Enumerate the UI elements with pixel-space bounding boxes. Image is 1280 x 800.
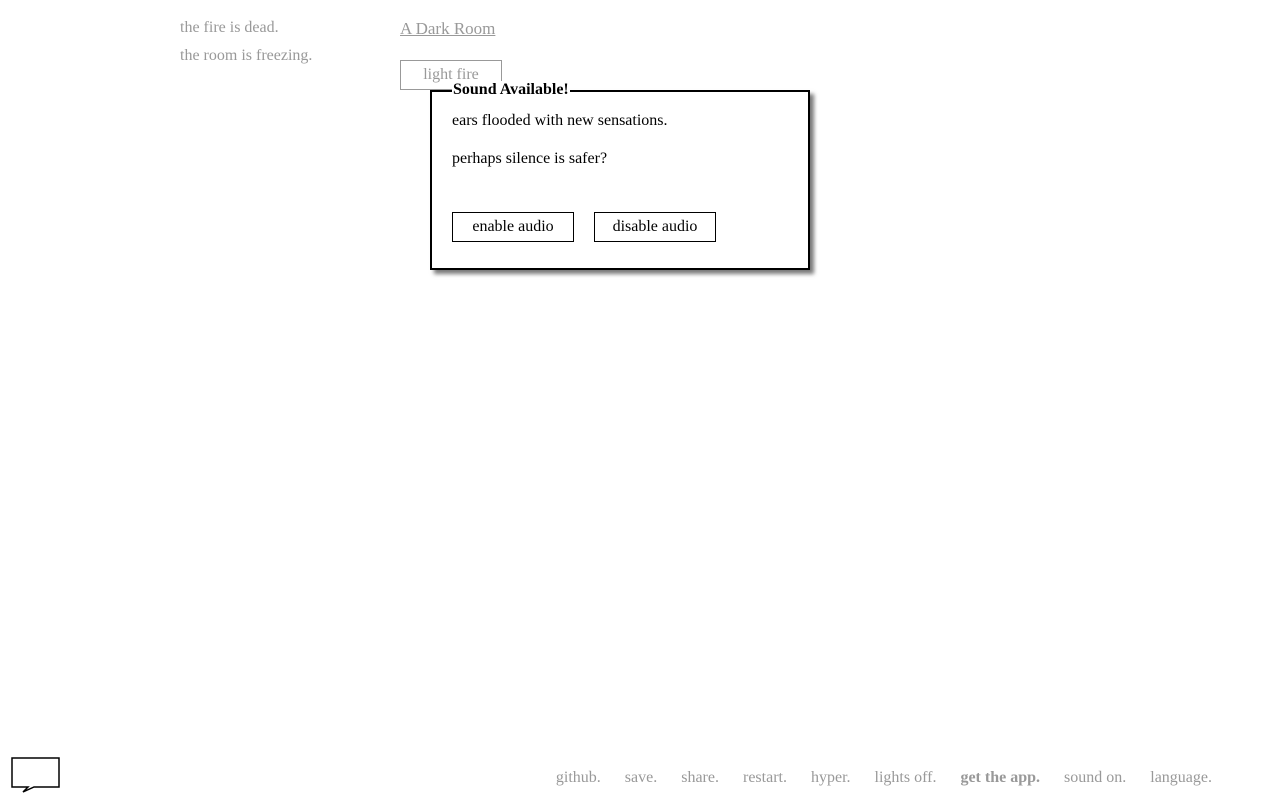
language-link[interactable]: language. xyxy=(1150,769,1212,786)
save-link[interactable]: save. xyxy=(625,769,657,786)
disable-audio-button[interactable]: disable audio xyxy=(594,212,716,242)
sound-available-dialog: Sound Available! ears flooded with new s… xyxy=(430,81,810,270)
sound-toggle-link[interactable]: sound on. xyxy=(1064,769,1126,786)
speech-bubble-icon[interactable] xyxy=(10,756,62,794)
lights-off-link[interactable]: lights off. xyxy=(875,769,937,786)
dialog-title: Sound Available! xyxy=(452,81,570,99)
notification: the room is freezing. xyxy=(180,47,313,64)
game-page: the fire is dead. the room is freezing. … xyxy=(0,0,1280,800)
enable-audio-button[interactable]: enable audio xyxy=(452,212,574,242)
hyper-link[interactable]: hyper. xyxy=(811,769,851,786)
share-link[interactable]: share. xyxy=(681,769,719,786)
restart-link[interactable]: restart. xyxy=(743,769,787,786)
notifications-panel: the fire is dead. the room is freezing. xyxy=(180,19,380,75)
dialog-text: ears flooded with new sensations. xyxy=(452,112,668,129)
notification: the fire is dead. xyxy=(180,19,279,36)
github-link[interactable]: github. xyxy=(556,769,601,786)
footer-menu: github. save. share. restart. hyper. lig… xyxy=(536,768,1212,788)
get-the-app-link[interactable]: get the app. xyxy=(960,769,1040,786)
location-tab-dark-room[interactable]: A Dark Room xyxy=(400,19,495,39)
dialog-text: perhaps silence is safer? xyxy=(452,150,608,167)
